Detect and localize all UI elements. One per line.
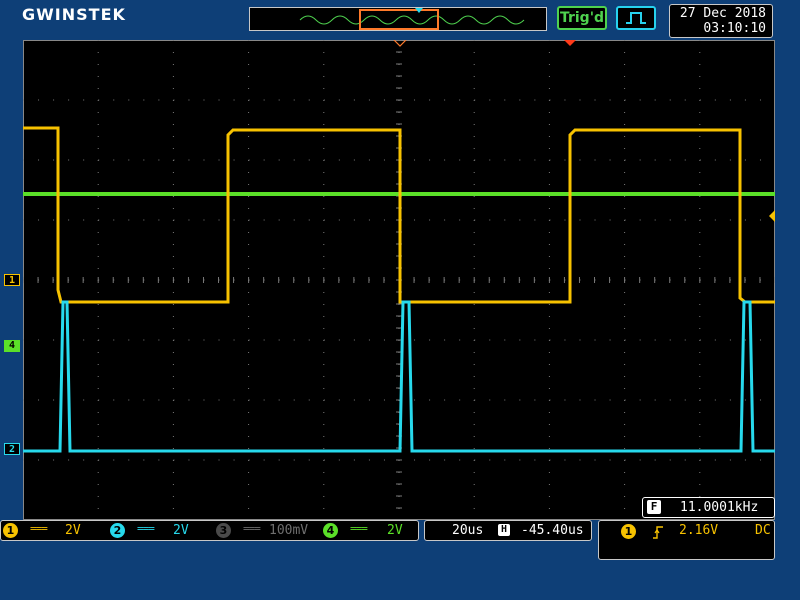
trigger-coupling[interactable]: DC bbox=[755, 523, 771, 538]
time-text: 03:10:10 bbox=[703, 21, 766, 36]
ch2-number-icon[interactable]: 2 bbox=[110, 523, 125, 538]
timebase-status: 20us H -45.40us bbox=[424, 520, 592, 541]
ch3-number-icon[interactable]: 3 bbox=[216, 523, 231, 538]
ch1-ground-marker[interactable]: 1 bbox=[4, 274, 20, 286]
trigger-source-icon[interactable]: 1 bbox=[621, 524, 636, 539]
ch4-ground-marker[interactable]: 4 bbox=[4, 340, 20, 352]
date-time-display: 27 Dec 2018 03:10:10 bbox=[669, 4, 773, 38]
channel-status-bar: 1 === 2V 2 === 2V 3 === 100mV 4 === 2V bbox=[0, 520, 419, 541]
ch4-number-icon[interactable]: 4 bbox=[323, 523, 338, 538]
ch3-coupling-icon: === bbox=[243, 522, 261, 535]
ch1-number-icon[interactable]: 1 bbox=[3, 523, 18, 538]
frequency-value: 11.0001kHz bbox=[680, 500, 759, 515]
frequency-icon: F bbox=[647, 500, 661, 514]
trigger-status-badge: Trig'd bbox=[557, 6, 607, 30]
overview-window[interactable] bbox=[359, 9, 439, 30]
ch2-scale[interactable]: 2V bbox=[173, 523, 189, 538]
ch3-scale[interactable]: 100mV bbox=[269, 523, 308, 538]
date-text: 27 Dec 2018 bbox=[679, 6, 766, 21]
horizontal-position[interactable]: -45.40us bbox=[521, 523, 584, 538]
ch1-coupling-icon: === bbox=[30, 522, 48, 535]
ch4-scale[interactable]: 2V bbox=[387, 523, 403, 538]
waveform-overview[interactable] bbox=[249, 7, 547, 31]
acquire-mode-button[interactable] bbox=[616, 6, 656, 30]
ch1-scale[interactable]: 2V bbox=[65, 523, 81, 538]
trigger-status: 1 2.16V DC bbox=[598, 520, 775, 560]
timebase-scale[interactable]: 20us bbox=[452, 523, 483, 538]
rising-edge-icon bbox=[653, 526, 663, 539]
trigger-level[interactable]: 2.16V bbox=[679, 523, 718, 538]
overview-waveform-icon bbox=[299, 8, 525, 30]
ch2-coupling-icon: === bbox=[137, 522, 155, 535]
pulse-icon bbox=[626, 12, 646, 24]
ch2-ground-marker[interactable]: 2 bbox=[4, 443, 20, 455]
waveform-display[interactable] bbox=[23, 40, 775, 520]
brand-logo: GWINSTEK bbox=[22, 5, 126, 24]
frequency-counter: F 11.0001kHz bbox=[642, 497, 775, 518]
ch4-coupling-icon: === bbox=[350, 522, 368, 535]
horizontal-position-icon: H bbox=[498, 524, 510, 536]
